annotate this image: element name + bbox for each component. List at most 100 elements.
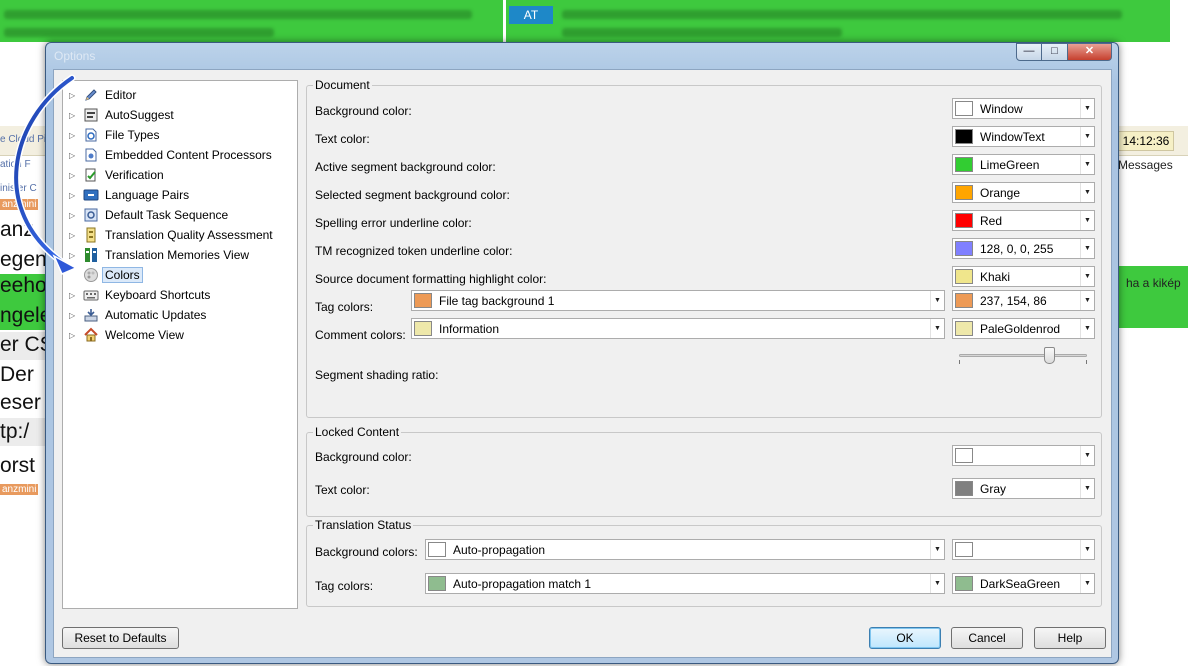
document-color-dropdown[interactable]: Red ▼ <box>952 210 1095 231</box>
tree-item-pencil[interactable]: ▷ Editor <box>63 85 297 105</box>
chevron-down-icon[interactable]: ▼ <box>1080 574 1094 593</box>
chevron-down-icon[interactable]: ▼ <box>1080 479 1094 498</box>
locked-text-dropdown[interactable]: Gray ▼ <box>952 478 1095 499</box>
gear-doc-icon <box>83 147 99 163</box>
locked-content-group-title: Locked Content <box>313 425 402 439</box>
color-value: WindowText <box>980 129 1045 144</box>
verification-icon <box>83 167 99 183</box>
reset-to-defaults-button[interactable]: Reset to Defaults <box>62 627 179 649</box>
tree-item-keyboard[interactable]: ▷ Keyboard Shortcuts <box>63 285 297 305</box>
tag-type-dropdown[interactable]: File tag background 1 ▼ <box>411 290 945 311</box>
status-background-type-dropdown[interactable]: Auto-propagation ▼ <box>425 539 945 560</box>
tree-item-verification[interactable]: ▷ Verification <box>63 165 297 185</box>
expand-arrow-icon[interactable]: ▷ <box>69 151 79 160</box>
locked-text-swatch <box>955 481 973 496</box>
tree-item-file-types[interactable]: ▷ File Types <box>63 125 297 145</box>
chevron-down-icon[interactable]: ▼ <box>1080 99 1094 118</box>
ok-button[interactable]: OK <box>869 627 941 649</box>
tree-item-label: Language Pairs <box>105 188 190 202</box>
chevron-down-icon[interactable]: ▼ <box>1080 291 1094 310</box>
expand-arrow-icon[interactable]: ▷ <box>69 131 79 140</box>
tree-item-update[interactable]: ▷ Automatic Updates <box>63 305 297 325</box>
expand-arrow-icon[interactable]: ▷ <box>69 171 79 180</box>
options-tree: ▷ Editor ▷ AutoSuggest ▷ File Types ▷ Embedded … <box>62 80 298 609</box>
tree-item-task-sequence[interactable]: ▷ Default Task Sequence <box>63 205 297 225</box>
tree-item-translation-memory[interactable]: ▷ Translation Memories View <box>63 245 297 265</box>
close-button[interactable]: ✕ <box>1068 43 1112 61</box>
maximize-button[interactable]: □ <box>1042 43 1068 61</box>
tree-item-label: AutoSuggest <box>105 108 174 122</box>
document-color-dropdown[interactable]: Khaki ▼ <box>952 266 1095 287</box>
chevron-down-icon[interactable]: ▼ <box>1080 319 1094 338</box>
comment-color-dropdown[interactable]: PaleGoldenrod ▼ <box>952 318 1095 339</box>
status-tag-color-dropdown[interactable]: DarkSeaGreen ▼ <box>952 573 1095 594</box>
expand-arrow-icon[interactable]: ▷ <box>69 331 79 340</box>
chevron-down-icon[interactable]: ▼ <box>930 319 944 338</box>
options-dialog: Options — □ ✕ ▷ Editor ▷ AutoSuggest ▷ File T… <box>45 42 1119 664</box>
chevron-down-icon[interactable]: ▼ <box>1080 127 1094 146</box>
color-value: Khaki <box>980 269 1011 284</box>
slider-thumb[interactable] <box>1043 347 1055 364</box>
status-tag-type-value: Auto-propagation match 1 <box>453 576 592 591</box>
status-background-type-value: Auto-propagation <box>453 542 546 557</box>
pencil-icon <box>83 87 99 103</box>
chevron-down-icon[interactable]: ▼ <box>930 574 944 593</box>
tree-item-gear-doc[interactable]: ▷ Embedded Content Processors <box>63 145 297 165</box>
tree-item-autosuggest[interactable]: ▷ AutoSuggest <box>63 105 297 125</box>
minimize-button[interactable]: — <box>1016 43 1042 61</box>
tree-item-language-pairs[interactable]: ▷ Language Pairs <box>63 185 297 205</box>
expand-arrow-icon[interactable]: ▷ <box>69 311 79 320</box>
chevron-down-icon[interactable]: ▼ <box>1080 155 1094 174</box>
comment-colors-label: Comment colors: <box>315 328 406 342</box>
expand-arrow-icon[interactable]: ▷ <box>69 191 79 200</box>
color-value: Window <box>980 101 1023 116</box>
status-background-color-dropdown[interactable]: ▼ <box>952 539 1095 560</box>
dialog-title: Options <box>54 49 96 63</box>
tag-type-swatch <box>414 293 432 308</box>
comment-type-swatch <box>414 321 432 336</box>
chevron-down-icon[interactable]: ▼ <box>930 291 944 310</box>
comment-type-value: Information <box>439 321 500 336</box>
tree-item-quality-assessment[interactable]: ▷ Translation Quality Assessment <box>63 225 297 245</box>
chevron-down-icon[interactable]: ▼ <box>1080 211 1094 230</box>
expand-arrow-icon[interactable]: ▷ <box>69 291 79 300</box>
document-color-dropdown[interactable]: WindowText ▼ <box>952 126 1095 147</box>
tree-item-label: Embedded Content Processors <box>105 148 272 162</box>
tag-color-dropdown[interactable]: 237, 154, 86 ▼ <box>952 290 1095 311</box>
status-tag-swatch <box>955 576 973 591</box>
task-sequence-icon <box>83 207 99 223</box>
shading-ratio-label: Segment shading ratio: <box>315 368 439 382</box>
locked-background-dropdown[interactable]: ▼ <box>952 445 1095 466</box>
messages-tab[interactable]: Messages <box>1118 158 1173 172</box>
tree-item-palette[interactable]: Colors <box>63 265 297 285</box>
cancel-button[interactable]: Cancel <box>951 627 1023 649</box>
translation-status-group-title: Translation Status <box>313 518 414 532</box>
document-color-dropdown[interactable]: 128, 0, 0, 255 ▼ <box>952 238 1095 259</box>
tree-item-label: Default Task Sequence <box>105 208 229 222</box>
expand-arrow-icon[interactable]: ▷ <box>69 231 79 240</box>
tree-item-home[interactable]: ▷ Welcome View <box>63 325 297 345</box>
locked-background-label: Background color: <box>315 450 412 464</box>
dialog-client-area: ▷ Editor ▷ AutoSuggest ▷ File Types ▷ Embedded … <box>53 69 1112 658</box>
document-color-dropdown[interactable]: Window ▼ <box>952 98 1095 119</box>
document-color-label: Selected segment background color: <box>315 188 510 202</box>
expand-arrow-icon[interactable]: ▷ <box>69 251 79 260</box>
expand-arrow-icon[interactable]: ▷ <box>69 111 79 120</box>
chevron-down-icon[interactable]: ▼ <box>1080 446 1094 465</box>
dialog-titlebar[interactable]: Options — □ ✕ <box>46 43 1118 69</box>
document-color-dropdown[interactable]: Orange ▼ <box>952 182 1095 203</box>
expand-arrow-icon[interactable]: ▷ <box>69 211 79 220</box>
comment-type-dropdown[interactable]: Information ▼ <box>411 318 945 339</box>
expand-arrow-icon[interactable]: ▷ <box>69 91 79 100</box>
chevron-down-icon[interactable]: ▼ <box>1080 540 1094 559</box>
document-color-dropdown[interactable]: LimeGreen ▼ <box>952 154 1095 175</box>
status-tag-type-dropdown[interactable]: Auto-propagation match 1 ▼ <box>425 573 945 594</box>
chevron-down-icon[interactable]: ▼ <box>930 540 944 559</box>
chevron-down-icon[interactable]: ▼ <box>1080 183 1094 202</box>
help-button[interactable]: Help <box>1034 627 1106 649</box>
chevron-down-icon[interactable]: ▼ <box>1080 239 1094 258</box>
chevron-down-icon[interactable]: ▼ <box>1080 267 1094 286</box>
comment-color-value: PaleGoldenrod <box>980 321 1061 336</box>
locked-background-swatch <box>955 448 973 463</box>
update-icon <box>83 307 99 323</box>
